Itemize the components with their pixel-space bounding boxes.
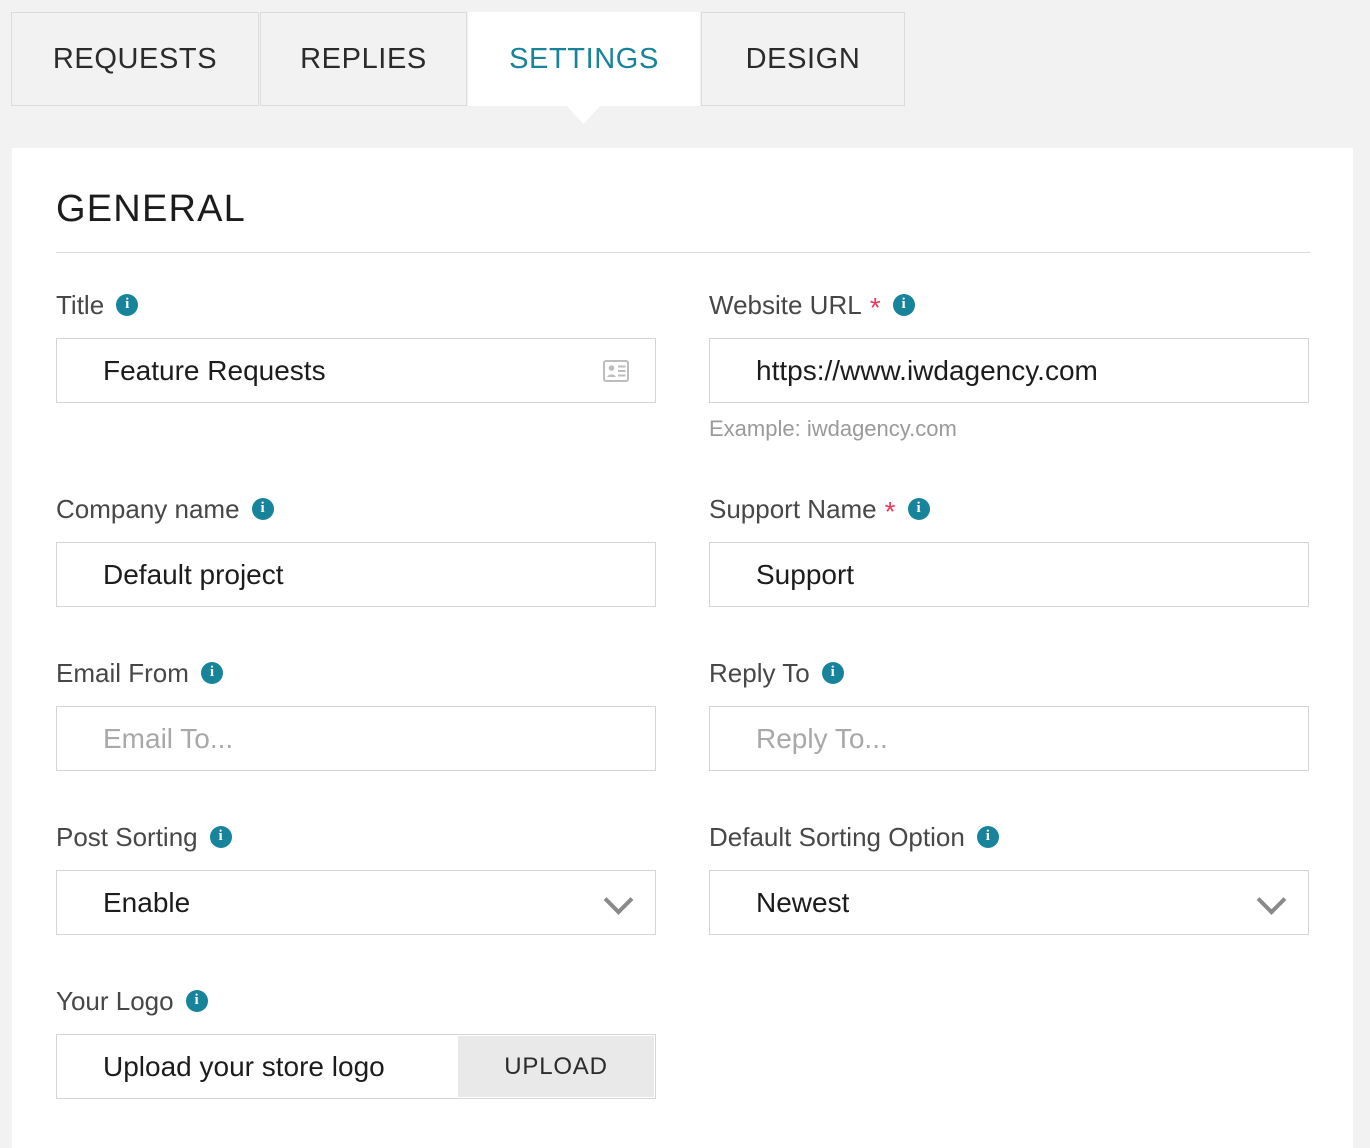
upload-button-label: UPLOAD: [504, 1052, 608, 1080]
company-name-input-value: Default project: [103, 558, 284, 590]
field-post-sorting-label: Post Sorting: [56, 821, 198, 852]
email-from-input-placeholder: Email To...: [103, 722, 234, 754]
info-icon-title[interactable]: i: [116, 294, 139, 316]
logo-upload-field[interactable]: Upload your store logo UPLOAD: [56, 1034, 656, 1099]
field-support-name: Support Name * i Support: [709, 492, 1309, 607]
tab-replies-label: REPLIES: [300, 42, 427, 75]
website-url-helper-text: Example: iwdagency.com: [709, 416, 957, 441]
support-name-input[interactable]: Support: [709, 542, 1309, 607]
logo-upload-text: Upload your store logo: [103, 1050, 385, 1082]
info-icon-company-name[interactable]: i: [251, 498, 274, 520]
field-email-from: Email From i Email To...: [56, 656, 656, 771]
chevron-down-icon-default-sorting-option[interactable]: [1256, 884, 1287, 915]
field-default-sorting-option: Default Sorting Option i Newest: [709, 820, 1309, 935]
company-name-input[interactable]: Default project: [56, 542, 656, 607]
section-divider: [56, 252, 1310, 253]
settings-panel: GENERAL Title i Feature Requests Website…: [12, 148, 1353, 1148]
tab-settings[interactable]: SETTINGS: [468, 12, 700, 106]
tab-replies[interactable]: REPLIES: [260, 12, 467, 106]
chevron-down-icon-post-sorting[interactable]: [603, 884, 634, 915]
field-title-label: Title: [56, 289, 105, 320]
field-website-url-label-group: Website URL * i: [709, 288, 1309, 322]
field-your-logo: Your Logo i Upload your store logo UPLOA…: [56, 984, 656, 1099]
tab-requests[interactable]: REQUESTS: [11, 12, 259, 106]
info-icon-website-url[interactable]: i: [892, 294, 915, 316]
info-icon-your-logo[interactable]: i: [185, 990, 208, 1012]
field-default-sorting-option-label-group: Default Sorting Option i: [709, 820, 1309, 854]
field-reply-to-label: Reply To: [709, 657, 810, 688]
contact-card-icon[interactable]: [603, 359, 629, 382]
required-marker-support-name: *: [884, 496, 896, 527]
tab-requests-label: REQUESTS: [52, 42, 218, 75]
field-reply-to-label-group: Reply To i: [709, 656, 1309, 690]
tab-bar: REQUESTS REPLIES SETTINGS DESIGN: [0, 0, 1370, 124]
field-default-sorting-option-label: Default Sorting Option: [709, 821, 965, 852]
field-company-name-label: Company name: [56, 493, 240, 524]
required-marker-website-url: *: [869, 292, 881, 323]
info-icon-reply-to[interactable]: i: [821, 662, 844, 684]
field-title: Title i Feature Requests: [56, 288, 656, 403]
info-icon-email-from[interactable]: i: [200, 662, 223, 684]
field-company-name: Company name i Default project: [56, 492, 656, 607]
field-email-from-label: Email From: [56, 657, 189, 688]
field-support-name-label-group: Support Name * i: [709, 492, 1309, 526]
upload-button[interactable]: UPLOAD: [458, 1036, 654, 1097]
info-icon-support-name[interactable]: i: [907, 498, 930, 520]
active-tab-pointer-icon: [566, 105, 601, 124]
tab-design[interactable]: DESIGN: [701, 12, 905, 106]
reply-to-input-placeholder: Reply To...: [756, 722, 888, 754]
info-icon-post-sorting[interactable]: i: [209, 826, 232, 848]
reply-to-input[interactable]: Reply To...: [709, 706, 1309, 771]
field-reply-to: Reply To i Reply To...: [709, 656, 1309, 771]
tab-settings-label: SETTINGS: [509, 42, 659, 75]
post-sorting-select-value: Enable: [103, 886, 191, 918]
support-name-input-value: Support: [756, 558, 855, 590]
field-website-url: Website URL * i https://www.iwdagency.co…: [709, 288, 1309, 442]
field-your-logo-label: Your Logo: [56, 985, 174, 1016]
section-title-general: GENERAL: [56, 188, 247, 230]
default-sorting-option-select-value: Newest: [756, 886, 850, 918]
post-sorting-select[interactable]: Enable: [56, 870, 656, 935]
info-icon-default-sorting-option[interactable]: i: [976, 826, 999, 848]
field-post-sorting: Post Sorting i Enable: [56, 820, 656, 935]
default-sorting-option-select[interactable]: Newest: [709, 870, 1309, 935]
title-input[interactable]: Feature Requests: [56, 338, 656, 403]
title-input-value: Feature Requests: [103, 354, 326, 386]
website-url-input-value: https://www.iwdagency.com: [756, 354, 1098, 386]
field-website-url-label: Website URL: [709, 289, 862, 320]
email-from-input[interactable]: Email To...: [56, 706, 656, 771]
field-title-label-group: Title i: [56, 288, 656, 322]
field-post-sorting-label-group: Post Sorting i: [56, 820, 656, 854]
field-company-name-label-group: Company name i: [56, 492, 656, 526]
field-your-logo-label-group: Your Logo i: [56, 984, 656, 1018]
field-email-from-label-group: Email From i: [56, 656, 656, 690]
field-support-name-label: Support Name: [709, 493, 877, 524]
tab-design-label: DESIGN: [745, 42, 861, 75]
website-url-input[interactable]: https://www.iwdagency.com: [709, 338, 1309, 403]
